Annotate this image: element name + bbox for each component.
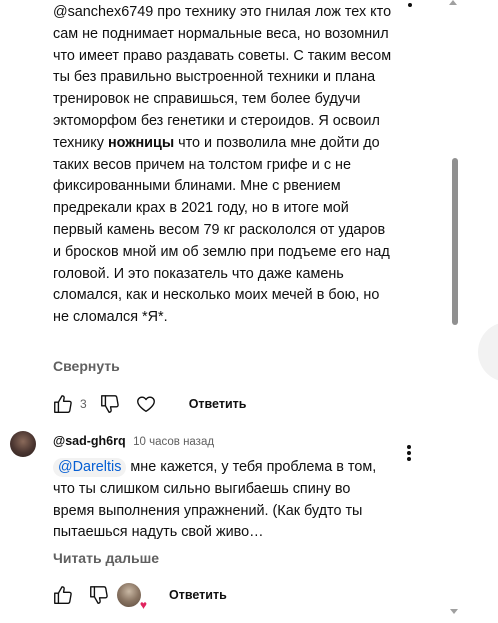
thumbs-up-icon [54,395,72,413]
collapse-button[interactable]: Свернуть [53,358,120,374]
thumbs-down-icon [90,586,108,604]
heart-button[interactable] [133,391,159,417]
kebab-dot [407,451,411,455]
comment-timestamp[interactable]: 10 часов назад [133,436,214,448]
like-count: 3 [80,397,87,411]
like-button[interactable] [50,391,76,417]
like-button[interactable] [50,582,76,608]
creator-avatar [117,583,141,607]
comment-text: @sanchex6749 про технику это гнилая лож … [53,0,393,329]
avatar[interactable] [10,431,36,457]
comment-author[interactable]: @sad-gh6rq [53,434,126,448]
thumbs-down-icon [100,395,119,413]
reply-button[interactable]: Ответить [189,397,247,411]
dislike-button[interactable] [86,582,112,608]
comment-text-part: что и позволила мне дойти до таких весов… [53,134,390,326]
user-mention-link[interactable]: @Dareltis [53,458,127,477]
side-panel-edge [478,322,498,382]
kebab-dot [407,445,411,449]
thumbs-up-icon [54,586,72,604]
comment-header: @sad-gh6rq 10 часов назад [53,434,214,448]
comment-text: @Dareltis мне кажется, у тебя проблема в… [53,457,393,544]
comment-menu-button[interactable] [400,445,418,461]
scroll-down-arrow-icon[interactable] [450,609,458,614]
comment-text-part: @sanchex6749 про технику это гнилая лож … [53,4,392,151]
comments-panel: @sanchex6749 про технику это гнилая лож … [0,0,498,623]
comment-menu-button[interactable] [401,0,419,7]
read-more-button[interactable]: Читать дальше [53,550,159,566]
scroll-up-arrow-icon[interactable] [449,0,457,5]
scrollbar-thumb[interactable] [452,158,458,325]
comment-body: @Dareltis мне кажется, у тебя проблема в… [53,457,393,544]
heart-outline-icon [136,396,155,413]
creator-heart-badge[interactable]: ♥ [117,583,147,611]
kebab-dot [408,3,412,7]
comment-body: @sanchex6749 про технику это гнилая лож … [53,0,393,329]
heart-icon: ♥ [139,598,147,612]
comment-text-bold: ножницы [107,134,175,151]
reply-button[interactable]: Ответить [169,588,227,602]
dislike-button[interactable] [97,391,123,417]
kebab-dot [407,457,411,461]
comment-actions: ♥ Ответить [50,582,227,611]
comment-actions: 3 Ответить [50,391,246,417]
